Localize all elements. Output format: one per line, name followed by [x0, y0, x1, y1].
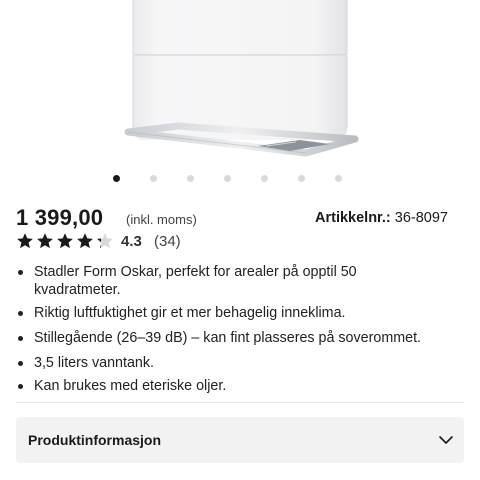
rating-score: 4.3	[121, 233, 142, 250]
rating-count[interactable]: (34)	[154, 233, 181, 250]
price-vat-note: (inkl. moms)	[126, 212, 197, 227]
humidifier-illustration	[124, 0, 359, 157]
star-icon	[57, 233, 73, 249]
carousel-dot-5[interactable]	[261, 175, 268, 182]
feature-item: Riktig luftfuktighet gir et mer behageli…	[16, 304, 464, 322]
bullet-icon	[18, 384, 23, 389]
rating[interactable]: 4.3 (34)	[16, 232, 316, 252]
feature-text: Riktig luftfuktighet gir et mer behageli…	[34, 305, 346, 321]
bullet-icon	[18, 336, 23, 341]
article-number-value: 36-8097	[394, 210, 448, 226]
star-icon	[77, 233, 93, 249]
carousel-pagination	[0, 174, 480, 184]
feature-text: Stadler Form Oskar, perfekt for arealer …	[34, 264, 357, 298]
feature-item: Stadler Form Oskar, perfekt for arealer …	[16, 263, 434, 299]
article-number: Artikkelnr.: 36-8097	[315, 210, 448, 226]
star-partial-icon	[97, 233, 113, 249]
feature-text: Kan brukes med eteriske oljer.	[34, 378, 227, 394]
feature-item: Kan brukes med eteriske oljer.	[16, 377, 464, 395]
star-rating	[16, 232, 116, 250]
price-row: 1 399,00 (inkl. moms) Artikkelnr.: 36-80…	[16, 203, 464, 231]
product-image[interactable]	[0, 0, 480, 168]
carousel-dot-2[interactable]	[150, 175, 157, 182]
divider	[16, 402, 464, 403]
feature-text: Stillegående (26–39 dB) – kan fint plass…	[34, 330, 422, 346]
product-info-accordion[interactable]: Produktinformasjon	[16, 417, 464, 463]
carousel-dot-7[interactable]	[335, 175, 342, 182]
accordion-title: Produktinformasjon	[28, 432, 162, 448]
price: 1 399,00	[16, 205, 104, 230]
feature-item: 3,5 liters vanntank.	[16, 354, 464, 372]
feature-text: 3,5 liters vanntank.	[34, 355, 155, 371]
star-icon	[37, 233, 53, 249]
feature-item: Stillegående (26–39 dB) – kan fint plass…	[16, 329, 464, 347]
bullet-icon	[18, 311, 23, 316]
carousel-dot-4[interactable]	[224, 175, 231, 182]
bullet-icon	[18, 361, 23, 366]
bullet-icon	[18, 270, 23, 275]
article-number-label: Artikkelnr.:	[315, 210, 391, 226]
chevron-down-icon	[439, 436, 453, 444]
carousel-dot-3[interactable]	[187, 175, 194, 182]
carousel-dot-1[interactable]	[113, 175, 120, 182]
star-icon	[17, 233, 33, 249]
carousel-dot-6[interactable]	[298, 175, 305, 182]
